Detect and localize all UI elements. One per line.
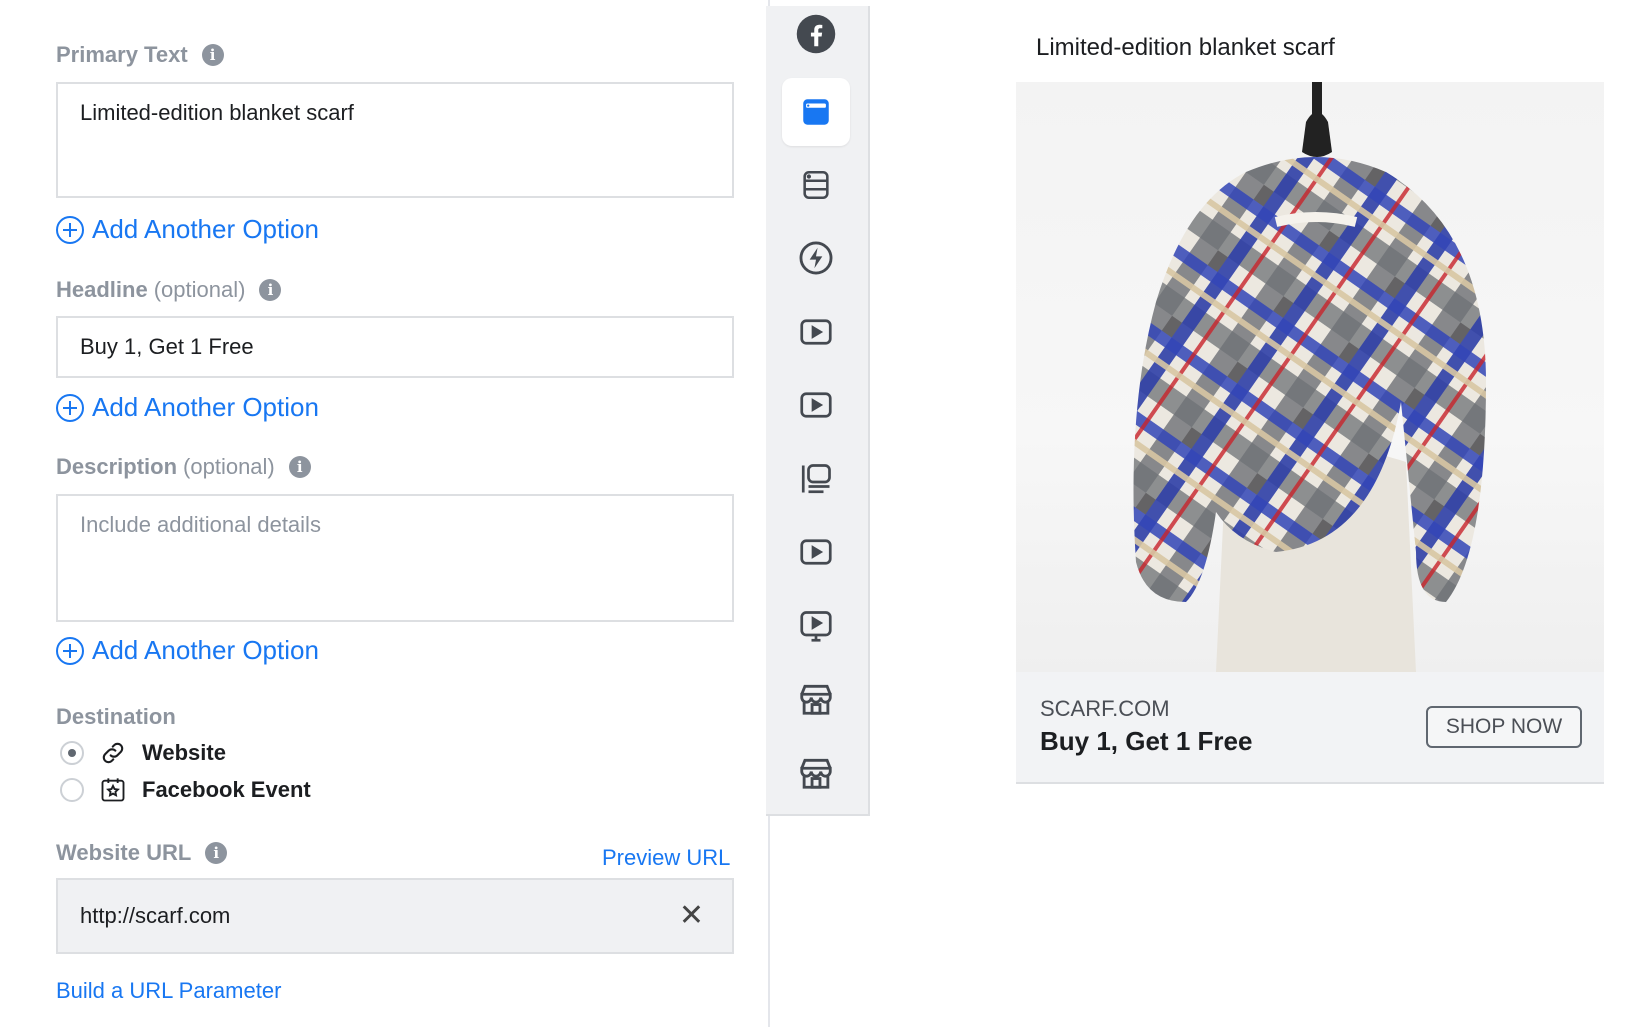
description-label: Description (optional) i [56, 454, 311, 480]
primary-text-label-text: Primary Text [56, 42, 188, 67]
video-icon[interactable] [782, 518, 850, 586]
info-icon[interactable]: i [205, 842, 228, 864]
description-placeholder: Include additional details [80, 512, 321, 537]
scarf-product-image [1016, 82, 1604, 672]
destination-option-website[interactable]: Website [60, 738, 226, 768]
destination-label-text: Destination [56, 704, 176, 729]
stories-icon[interactable] [782, 445, 850, 513]
description-add-option-button[interactable]: Add Another Option [56, 635, 319, 666]
plus-circle-icon [56, 393, 84, 422]
primary-text-add-option-button[interactable]: Add Another Option [56, 214, 319, 245]
in-stream-video-icon[interactable] [782, 592, 850, 660]
info-icon[interactable]: i [259, 279, 282, 301]
placement-strip [766, 6, 870, 816]
plus-circle-icon [56, 636, 84, 665]
marketplace-icon[interactable] [782, 739, 850, 807]
destination-label: Destination [56, 704, 176, 730]
shop-now-button[interactable]: SHOP NOW [1426, 706, 1582, 748]
video-icon[interactable] [782, 371, 850, 439]
add-option-label: Add Another Option [92, 214, 319, 244]
preview-headline: Buy 1, Get 1 Free [1040, 726, 1253, 756]
info-icon[interactable]: i [201, 44, 224, 66]
marketplace-icon[interactable] [782, 665, 850, 733]
preview-domain: SCARF.COM [1040, 696, 1170, 721]
destination-option-facebook-event[interactable]: Facebook Event [60, 775, 311, 805]
website-option-label: Website [142, 740, 226, 765]
website-url-label: Website URL i [56, 840, 228, 866]
headline-optional-text: (optional) [153, 277, 246, 302]
primary-text-value: Limited-edition blanket scarf [80, 100, 354, 125]
add-option-label: Add Another Option [92, 392, 319, 422]
facebook-event-option-label: Facebook Event [142, 777, 311, 802]
primary-text-input[interactable]: Limited-edition blanket scarf [56, 82, 734, 198]
clear-icon[interactable]: ✕ [679, 901, 704, 931]
preview-url-link[interactable]: Preview URL [602, 845, 730, 871]
description-optional-text: (optional) [183, 454, 275, 479]
facebook-logo-icon[interactable] [782, 0, 850, 68]
headline-input[interactable]: Buy 1, Get 1 Free [56, 316, 734, 378]
add-option-label: Add Another Option [92, 635, 319, 665]
facebook-event-radio[interactable] [60, 778, 84, 802]
primary-text-label: Primary Text i [56, 42, 224, 68]
headline-add-option-button[interactable]: Add Another Option [56, 392, 319, 423]
feed-icon[interactable] [782, 78, 850, 146]
preview-link-footer[interactable]: SCARF.COM Buy 1, Get 1 Free SHOP NOW [1016, 672, 1604, 784]
description-label-text: Description [56, 454, 178, 479]
website-radio[interactable] [60, 741, 84, 765]
info-icon[interactable]: i [288, 456, 311, 478]
website-url-label-text: Website URL [56, 840, 192, 865]
calendar-star-icon [98, 775, 128, 805]
website-url-input[interactable]: http://scarf.com ✕ [56, 878, 734, 954]
headline-label: Headline (optional) i [56, 277, 282, 303]
instant-article-icon[interactable] [782, 224, 850, 292]
link-icon [98, 738, 128, 768]
headline-value: Buy 1, Get 1 Free [80, 334, 254, 359]
ad-creative-form: Primary Text i Limited-edition blanket s… [0, 0, 770, 1027]
build-url-parameter-link[interactable]: Build a URL Parameter [56, 978, 281, 1004]
video-icon[interactable] [782, 298, 850, 366]
plus-circle-icon [56, 215, 84, 244]
website-url-value: http://scarf.com [80, 903, 231, 928]
preview-primary-text: Limited-edition blanket scarf [1036, 34, 1335, 61]
headline-label-text: Headline [56, 277, 148, 302]
description-input[interactable]: Include additional details [56, 494, 734, 622]
article-icon[interactable] [782, 151, 850, 219]
